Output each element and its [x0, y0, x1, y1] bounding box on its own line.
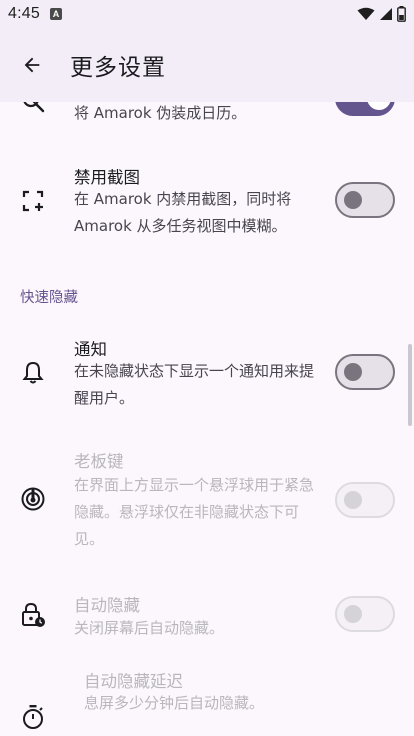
setting-auto-hide-delay-title: 自动隐藏延迟	[84, 672, 183, 691]
setting-boss-key-subtitle: 在界面上方显示一个悬浮球用于紧急隐藏。悬浮球仅在非隐藏状态下可见。	[74, 476, 315, 548]
setting-disable-screenshot-subtitle: 在 Amarok 内禁用截图，同时将 Amarok 从多任务视图中模糊。	[74, 190, 292, 235]
setting-auto-hide-title: 自动隐藏	[74, 596, 140, 615]
setting-disguise-subtitle: 将 Amarok 伪装成日历。	[74, 104, 247, 122]
app-bar: 更多设置	[0, 28, 414, 102]
setting-auto-hide-subtitle: 关闭屏幕后自动隐藏。	[74, 619, 225, 637]
switch-knob	[367, 102, 391, 110]
switch-knob	[344, 605, 362, 623]
setting-disable-screenshot-title: 禁用截图	[74, 168, 140, 187]
setting-boss-key-title: 老板键	[74, 452, 124, 471]
notification-switch[interactable]	[335, 354, 395, 390]
scrollbar[interactable]	[408, 344, 412, 426]
boss-key-switch[interactable]	[335, 482, 395, 518]
keyboard-a-icon: A	[49, 8, 62, 20]
switch-knob	[344, 491, 362, 509]
setting-notification-title: 通知	[74, 340, 107, 359]
status-time: 4:45	[8, 5, 40, 22]
status-icons	[357, 6, 406, 22]
settings-list[interactable]: 将 Amarok 伪装成日历。 禁用截图 在 Amarok 内禁用截图，同时将 …	[0, 102, 414, 736]
setting-notification[interactable]: 通知 在未隐藏状态下显示一个通知用来提醒用户。	[0, 336, 414, 416]
bell-icon	[20, 360, 46, 386]
setting-auto-hide-delay-subtitle: 息屏多少分钟后自动隐藏。	[84, 694, 265, 712]
timer-icon	[20, 704, 46, 730]
switch-knob	[344, 191, 362, 209]
setting-auto-hide[interactable]: 自动隐藏 关闭屏幕后自动隐藏。	[0, 590, 414, 646]
setting-boss-key[interactable]: 老板键 在界面上方显示一个悬浮球用于紧急隐藏。悬浮球仅在非隐藏状态下可见。	[0, 448, 414, 558]
auto-hide-switch[interactable]	[335, 596, 395, 632]
touch-icon	[20, 486, 46, 512]
setting-auto-hide-delay[interactable]: 自动隐藏延迟 息屏多少分钟后自动隐藏。	[0, 666, 414, 736]
setting-disable-screenshot[interactable]: 禁用截图 在 Amarok 内禁用截图，同时将 Amarok 从多任务视图中模糊…	[0, 162, 414, 248]
wifi-icon	[357, 7, 375, 20]
signal-icon	[380, 8, 392, 20]
battery-icon	[397, 6, 406, 22]
status-bar: 4:45 A	[0, 0, 414, 28]
disguise-icon	[20, 102, 46, 114]
disable-screenshot-switch[interactable]	[335, 182, 395, 218]
setting-disguise[interactable]: 将 Amarok 伪装成日历。	[0, 102, 414, 142]
switch-knob	[344, 363, 362, 381]
setting-notification-subtitle: 在未隐藏状态下显示一个通知用来提醒用户。	[74, 362, 315, 407]
section-header-quick-hide: 快速隐藏	[20, 290, 78, 306]
screenshot-icon	[20, 188, 46, 214]
disguise-switch[interactable]	[335, 102, 395, 116]
lock-clock-icon	[20, 602, 46, 628]
back-button[interactable]	[0, 37, 64, 93]
arrow-back-icon	[24, 57, 40, 73]
page-title: 更多设置	[70, 55, 166, 81]
